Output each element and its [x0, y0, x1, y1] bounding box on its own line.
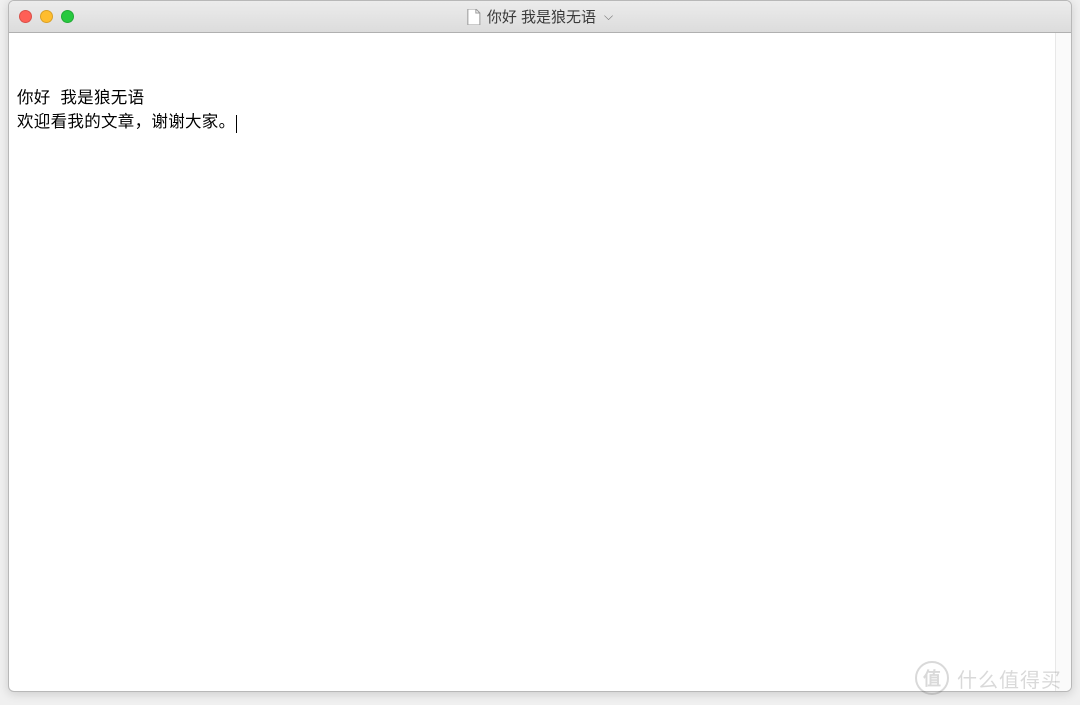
minimize-button[interactable]: [40, 10, 53, 23]
window-titlebar[interactable]: 你好 我是狼无语 ⌵: [9, 1, 1071, 33]
zoom-button[interactable]: [61, 10, 74, 23]
close-button[interactable]: [19, 10, 32, 23]
text-cursor: [236, 115, 237, 133]
vertical-scrollbar[interactable]: [1055, 33, 1071, 691]
text-line-1: 你好 我是狼无语: [17, 87, 1047, 111]
text-editor-window: 你好 我是狼无语 ⌵ 你好 我是狼无语欢迎看我的文章，谢谢大家。: [8, 0, 1072, 692]
text-line-2: 欢迎看我的文章，谢谢大家。: [17, 111, 1047, 135]
window-controls: [9, 10, 74, 23]
title-group[interactable]: 你好 我是狼无语 ⌵: [467, 6, 613, 27]
document-icon: [467, 9, 481, 25]
text-editor-content[interactable]: 你好 我是狼无语欢迎看我的文章，谢谢大家。: [9, 33, 1055, 691]
editor-area: 你好 我是狼无语欢迎看我的文章，谢谢大家。: [9, 33, 1071, 691]
window-title: 你好 我是狼无语: [487, 6, 596, 27]
chevron-down-icon[interactable]: ⌵: [604, 9, 613, 24]
